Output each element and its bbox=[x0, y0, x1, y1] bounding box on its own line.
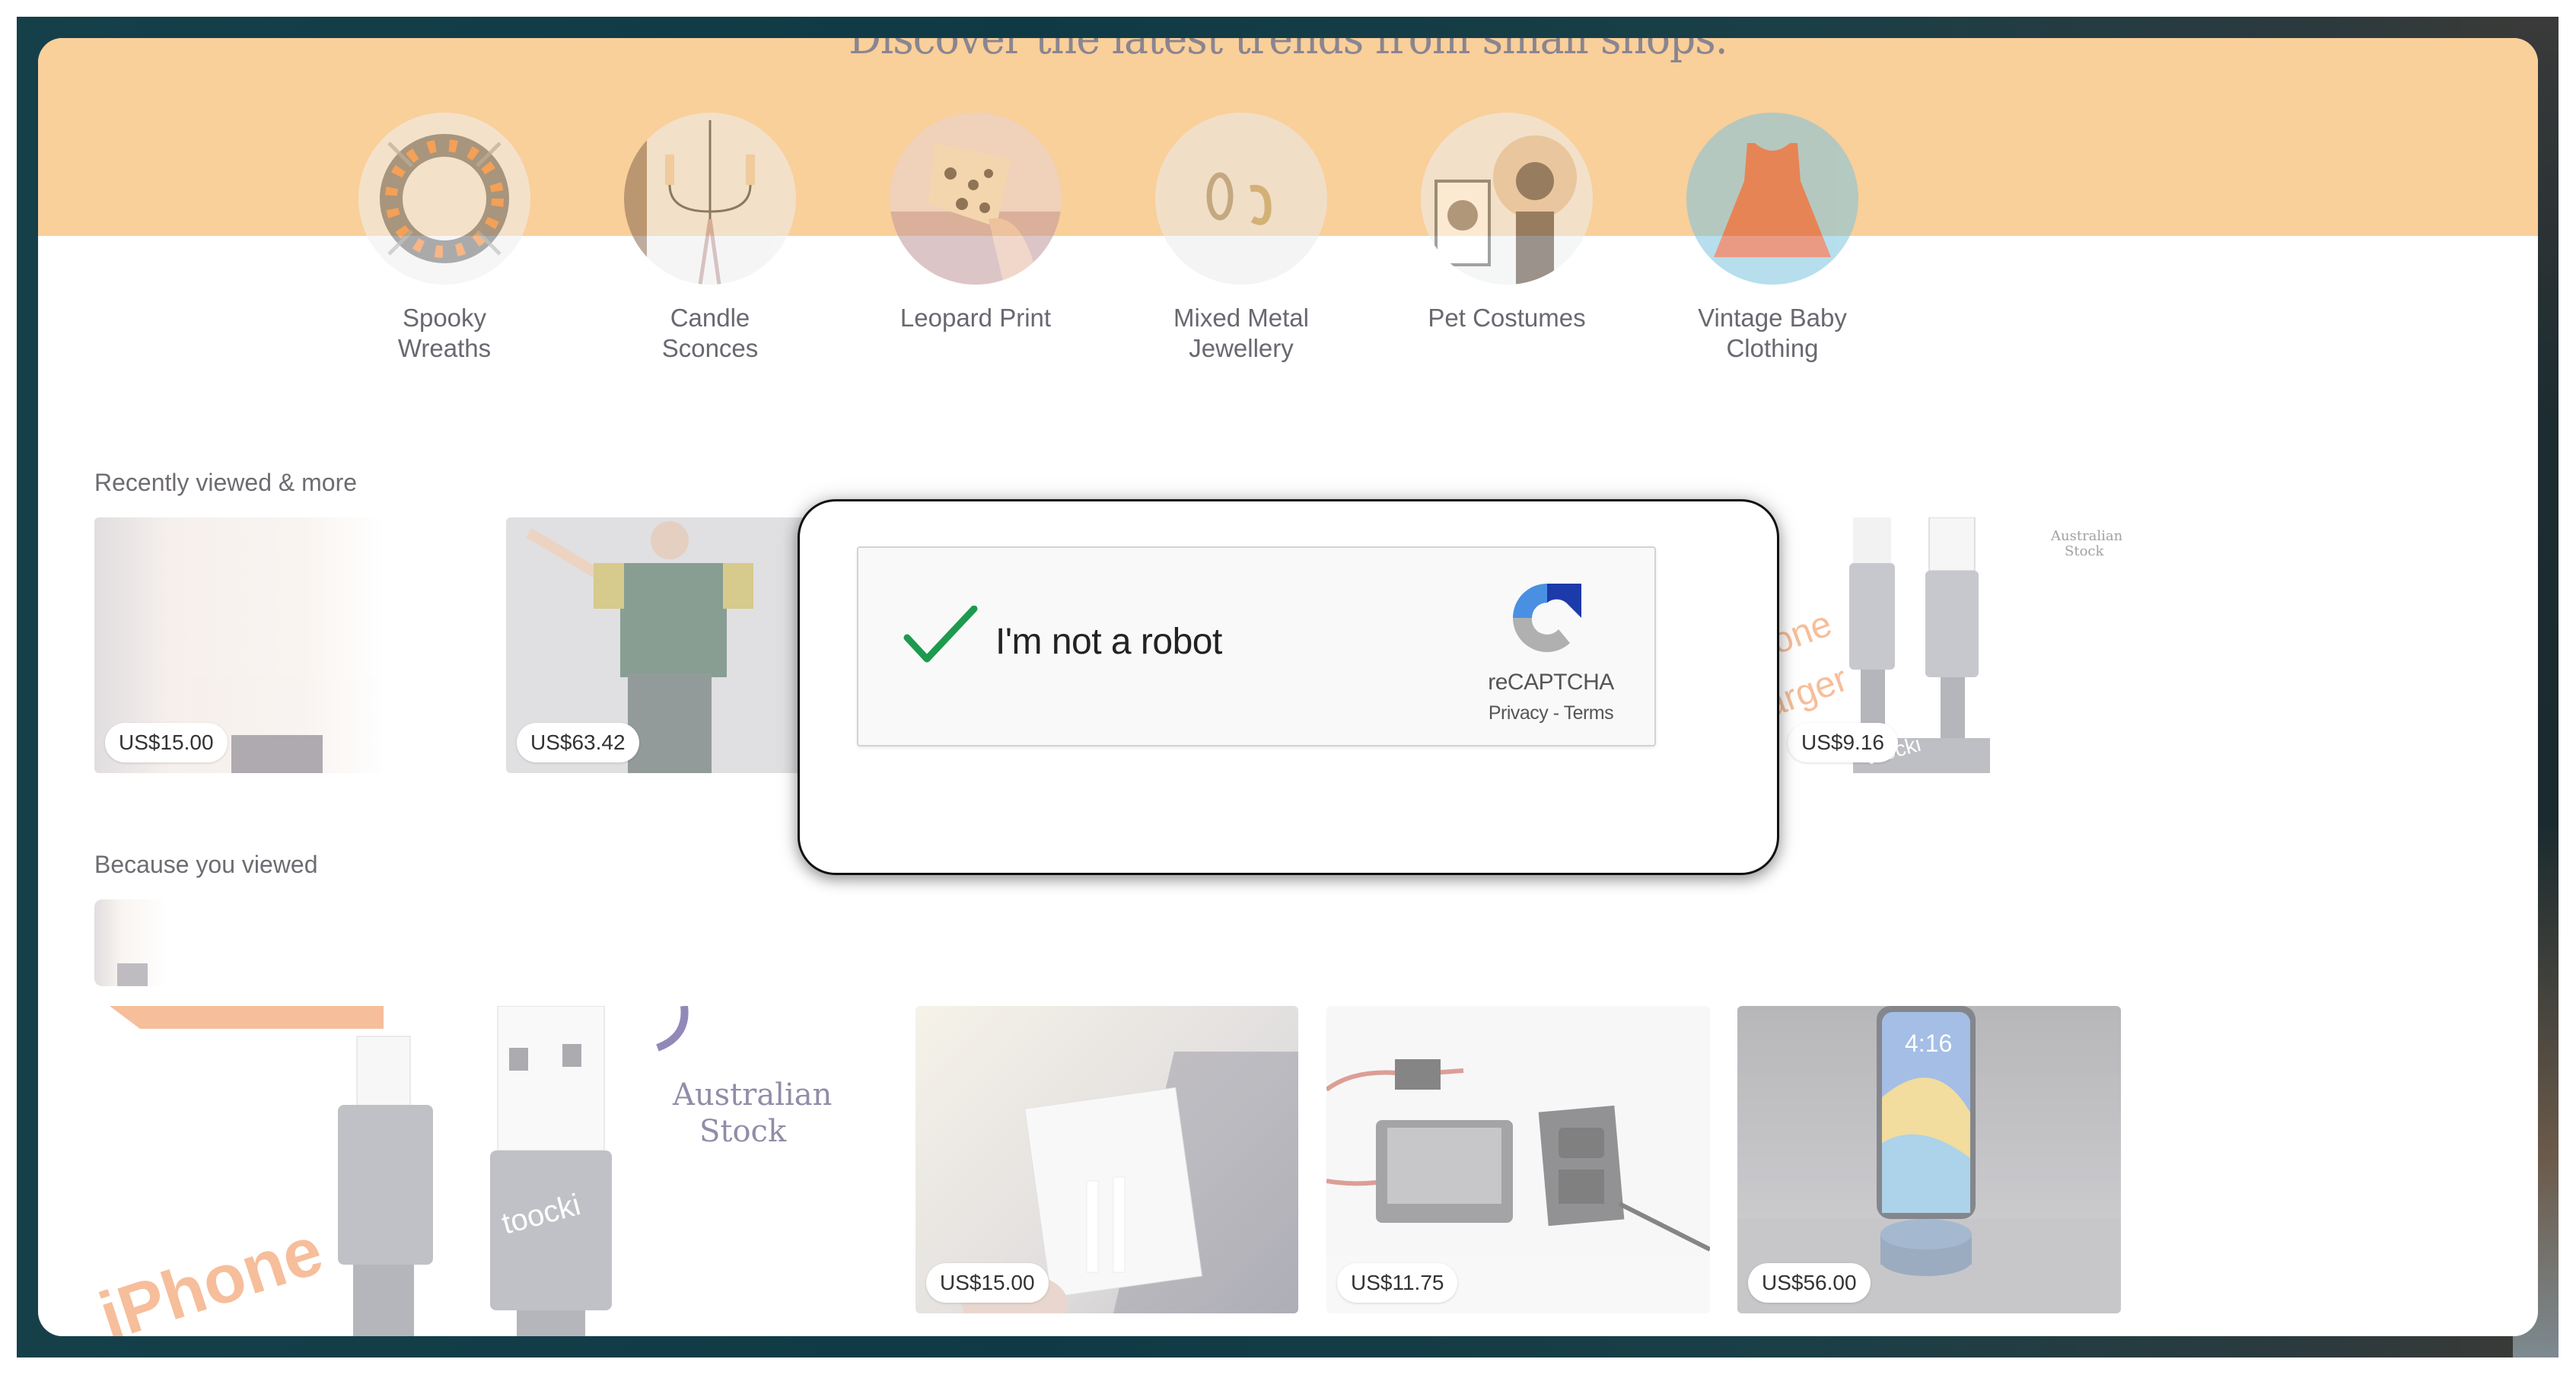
price-badge: US$11.75 bbox=[1337, 1263, 1458, 1303]
category-label: Spooky Wreaths bbox=[397, 304, 492, 362]
price-badge: US$15.00 bbox=[926, 1263, 1049, 1303]
price-badge: US$15.00 bbox=[105, 723, 228, 762]
price-badge: US$56.00 bbox=[1748, 1263, 1871, 1303]
recaptcha-logo-icon bbox=[1505, 576, 1589, 660]
category-pet-costumes[interactable]: Pet Costumes bbox=[1393, 113, 1621, 333]
pet-costume-image bbox=[1421, 113, 1593, 285]
link-separator: - bbox=[1548, 702, 1564, 724]
category-label: Mixed Metal Jewellery bbox=[1173, 304, 1309, 362]
captcha-modal: I'm not a robot reCAPTCHA Privacy - Term… bbox=[798, 499, 1779, 875]
recently-viewed-title: Recently viewed & more bbox=[94, 469, 358, 496]
checkmark-icon[interactable] bbox=[903, 605, 979, 667]
category-spooky-wreaths[interactable]: Spooky Wreaths bbox=[330, 113, 559, 364]
recaptcha-brand: reCAPTCHA bbox=[1488, 670, 1614, 695]
category-label: Vintage Baby Clothing bbox=[1698, 304, 1847, 362]
leopard-print-image bbox=[890, 113, 1062, 285]
svg-text:Australian: Australian bbox=[672, 1077, 832, 1112]
category-label: Leopard Print bbox=[900, 304, 1052, 332]
category-candle-sconces[interactable]: Candle Sconces bbox=[596, 113, 824, 364]
page-headline: Discover the latest trends from small sh… bbox=[849, 38, 1728, 64]
recaptcha-widget: I'm not a robot reCAPTCHA Privacy - Term… bbox=[857, 546, 1656, 746]
privacy-link[interactable]: Privacy bbox=[1489, 702, 1549, 724]
earrings-image bbox=[1155, 113, 1327, 285]
terms-link[interactable]: Terms bbox=[1564, 702, 1614, 724]
category-label: Pet Costumes bbox=[1428, 304, 1586, 332]
category-vintage-baby-clothing[interactable]: Vintage Baby Clothing bbox=[1658, 113, 1887, 364]
because-you-viewed-title: Because you viewed bbox=[94, 851, 318, 878]
candle-sconce-image bbox=[624, 113, 796, 285]
product-card-iphone-cable-large[interactable]: Australian Stock iPhone toocki bbox=[94, 1006, 883, 1336]
not-a-robot-label[interactable]: I'm not a robot bbox=[995, 621, 1222, 663]
recaptcha-links: Privacy - Terms bbox=[1460, 702, 1642, 724]
category-label: Candle Sconces bbox=[661, 304, 759, 362]
price-badge: US$9.16 bbox=[1788, 723, 1898, 762]
power-adapter-thumbnail bbox=[117, 963, 148, 986]
svg-text:iPhone: iPhone bbox=[94, 1212, 332, 1336]
category-leopard-print[interactable]: Leopard Print bbox=[861, 113, 1090, 333]
baby-dress-image bbox=[1686, 113, 1858, 285]
svg-text:Stock: Stock bbox=[699, 1114, 787, 1149]
iphone-cable-large-image: Australian Stock iPhone toocki bbox=[94, 1006, 832, 1336]
price-badge: US$63.42 bbox=[517, 723, 639, 762]
because-you-viewed-thumbnail[interactable] bbox=[94, 899, 183, 986]
wreath-image bbox=[358, 113, 530, 285]
category-mixed-metal-jewellery[interactable]: Mixed Metal Jewellery bbox=[1127, 113, 1355, 364]
